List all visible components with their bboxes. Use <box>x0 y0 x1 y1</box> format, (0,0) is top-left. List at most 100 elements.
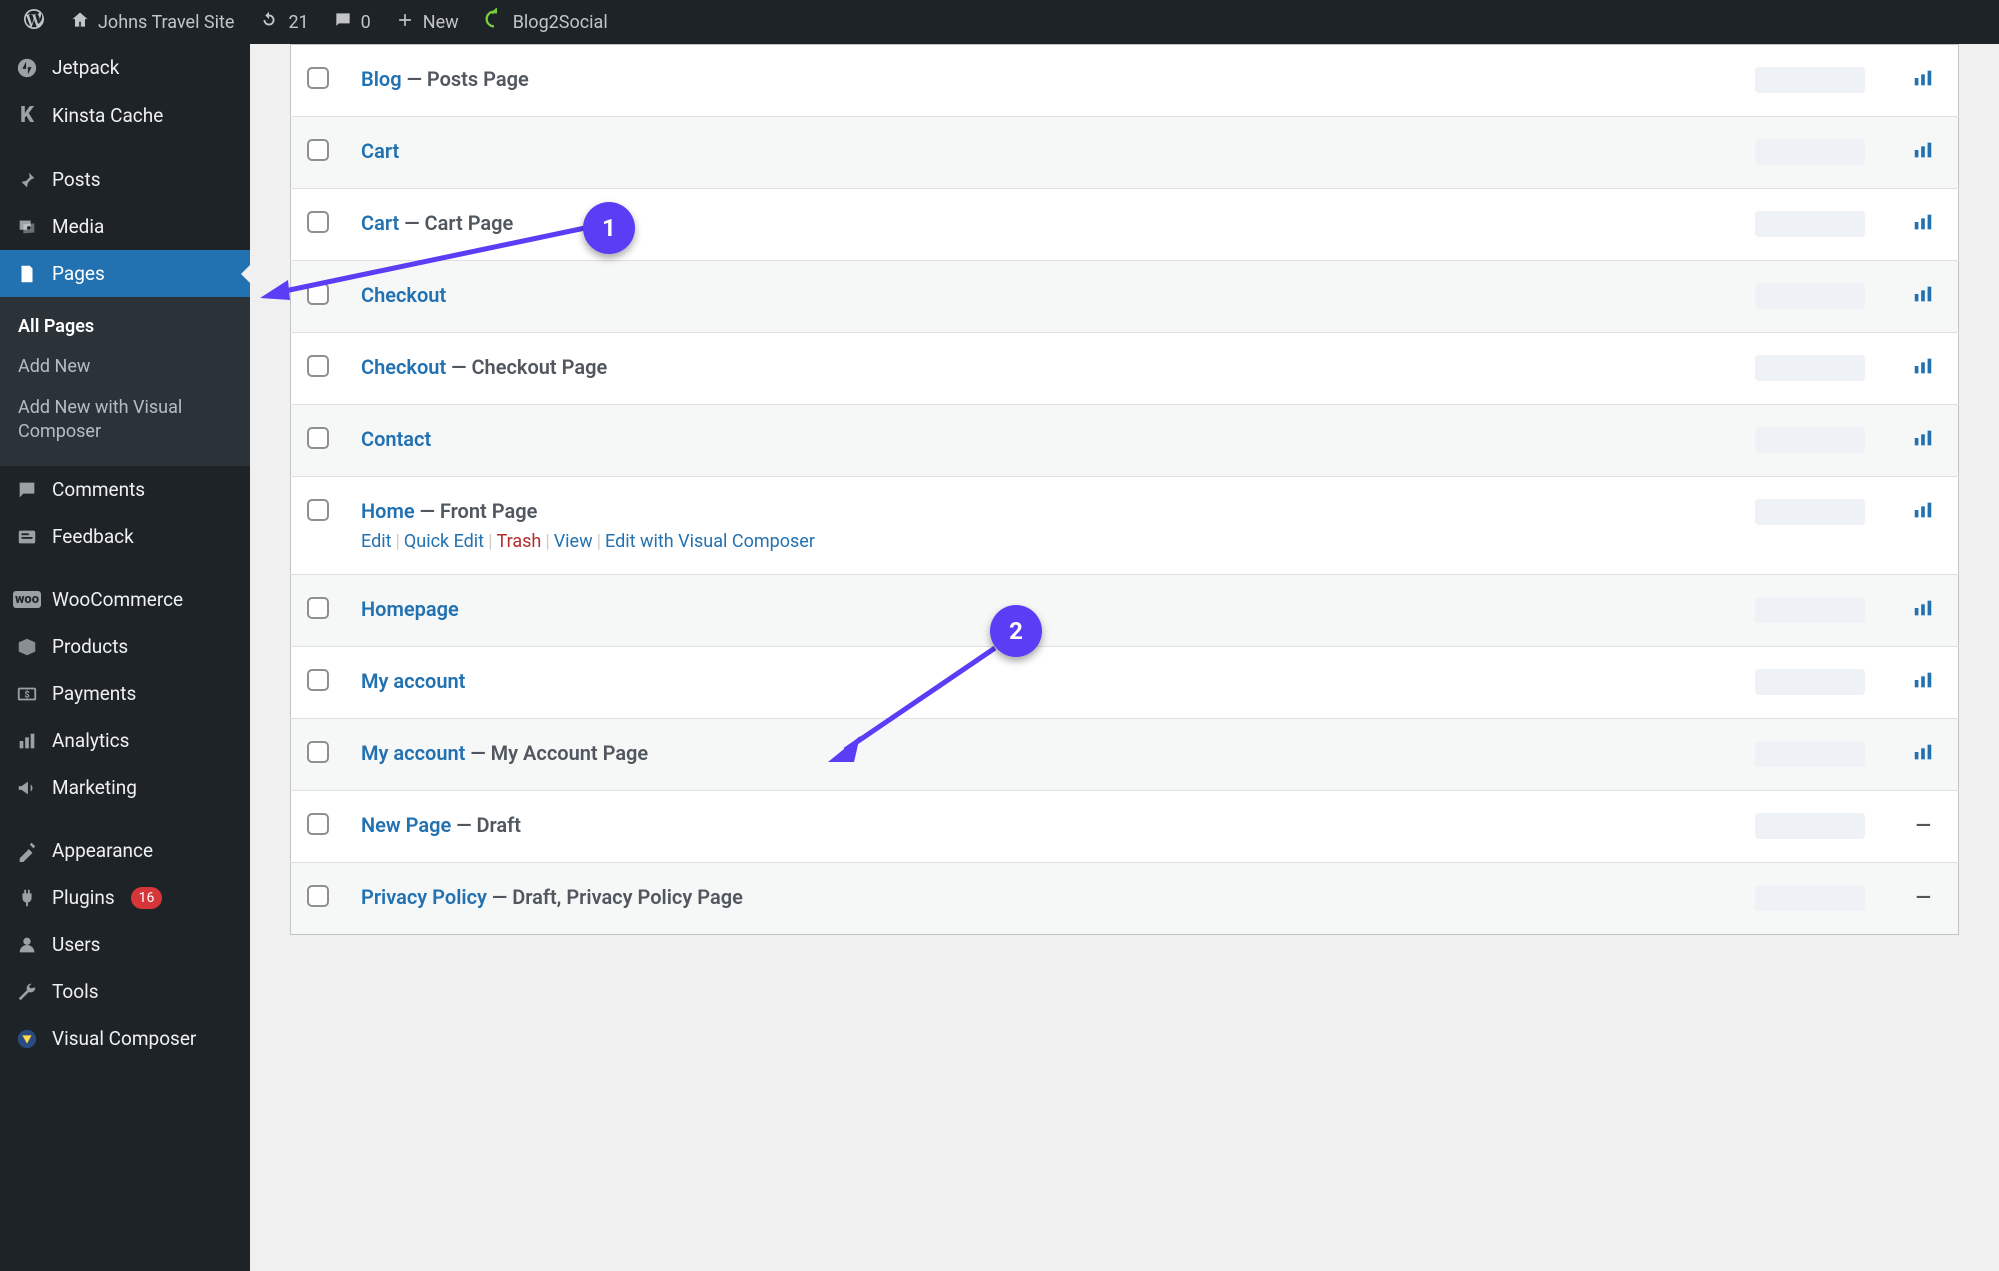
stats-icon[interactable] <box>1910 600 1936 624</box>
sidebar-item-plugins[interactable]: Plugins 16 <box>0 874 250 921</box>
row-action-trash[interactable]: Trash <box>496 531 541 552</box>
admin-sidebar: Jetpack K Kinsta Cache Posts Media Pages… <box>0 44 250 1271</box>
sidebar-item-analytics[interactable]: Analytics <box>0 717 250 764</box>
sidebar-item-label: Products <box>52 635 128 658</box>
author-placeholder <box>1755 597 1865 623</box>
sidebar-item-appearance[interactable]: Appearance <box>0 827 250 874</box>
page-title-link[interactable]: My account <box>361 669 465 693</box>
row-action-view[interactable]: View <box>554 531 593 552</box>
stats-icon[interactable] <box>1910 142 1936 166</box>
sidebar-item-label: Feedback <box>52 525 134 548</box>
page-title-link[interactable]: My account <box>361 741 465 765</box>
refresh-icon <box>258 9 280 36</box>
blog2social-menu[interactable]: Blog2Social <box>471 0 620 44</box>
page-state-suffix: — Draft <box>451 813 521 837</box>
table-row: Cart <box>291 117 1959 189</box>
page-title-link[interactable]: Cart <box>361 139 399 163</box>
row-action-quick-edit[interactable]: Quick Edit <box>404 531 484 552</box>
row-select-checkbox[interactable] <box>307 67 329 89</box>
home-icon <box>70 10 90 35</box>
table-row: New Page — Draft— <box>291 791 1959 863</box>
sidebar-item-posts[interactable]: Posts <box>0 156 250 203</box>
row-actions: Edit|Quick Edit|Trash|View|Edit with Vis… <box>361 531 1723 552</box>
sidebar-item-comments[interactable]: Comments <box>0 466 250 513</box>
sidebar-item-jetpack[interactable]: Jetpack <box>0 44 250 91</box>
sidebar-item-marketing[interactable]: Marketing <box>0 764 250 811</box>
updates-count: 21 <box>288 12 308 33</box>
table-row: My account — My Account Page <box>291 719 1959 791</box>
stats-icon[interactable] <box>1910 744 1936 768</box>
sidebar-item-woocommerce[interactable]: woo WooCommerce <box>0 576 250 623</box>
sidebar-item-visual-composer[interactable]: Visual Composer <box>0 1015 250 1062</box>
sidebar-item-label: Marketing <box>52 776 137 799</box>
row-select-checkbox[interactable] <box>307 741 329 763</box>
page-title-link[interactable]: Checkout <box>361 355 446 379</box>
table-row: My account <box>291 647 1959 719</box>
table-row: Privacy Policy — Draft, Privacy Policy P… <box>291 863 1959 935</box>
annotation-arrow-1 <box>250 200 610 320</box>
sidebar-item-label: Tools <box>52 980 99 1003</box>
site-name-menu[interactable]: Johns Travel Site <box>58 0 246 44</box>
sidebar-item-kinsta-cache[interactable]: K Kinsta Cache <box>0 91 250 140</box>
sidebar-item-label: Comments <box>52 478 145 501</box>
page-title-link[interactable]: Homepage <box>361 597 459 621</box>
wp-logo-menu[interactable] <box>10 0 58 44</box>
sidebar-item-feedback[interactable]: Feedback <box>0 513 250 560</box>
comments-menu[interactable]: 0 <box>321 0 383 44</box>
users-icon <box>14 934 40 956</box>
sidebar-item-label: WooCommerce <box>52 588 183 611</box>
stats-icon[interactable] <box>1910 286 1936 310</box>
sidebar-item-tools[interactable]: Tools <box>0 968 250 1015</box>
page-state-suffix: — Checkout Page <box>446 355 607 379</box>
row-select-checkbox[interactable] <box>307 669 329 691</box>
jetpack-icon <box>14 57 40 79</box>
page-title-link[interactable]: Contact <box>361 427 431 451</box>
stats-icon[interactable] <box>1910 430 1936 454</box>
page-state-suffix: — Draft, Privacy Policy Page <box>487 885 743 909</box>
stats-icon[interactable] <box>1910 214 1936 238</box>
table-row: Contact <box>291 405 1959 477</box>
submenu-all-pages[interactable]: All Pages <box>0 307 250 347</box>
sidebar-item-products[interactable]: Products <box>0 623 250 670</box>
updates-menu[interactable]: 21 <box>246 0 320 44</box>
stats-icon[interactable] <box>1910 70 1936 94</box>
products-icon <box>14 636 40 658</box>
row-action-edit[interactable]: Edit <box>361 531 391 552</box>
author-placeholder <box>1755 211 1865 237</box>
author-placeholder <box>1755 813 1865 839</box>
row-action-edit-visual-composer[interactable]: Edit with Visual Composer <box>605 531 815 552</box>
sidebar-item-media[interactable]: Media <box>0 203 250 250</box>
sidebar-item-label: Visual Composer <box>52 1027 196 1050</box>
plugins-icon <box>14 887 40 909</box>
row-select-checkbox[interactable] <box>307 139 329 161</box>
author-placeholder <box>1755 499 1865 525</box>
row-select-checkbox[interactable] <box>307 885 329 907</box>
table-row: Homepage <box>291 575 1959 647</box>
row-select-checkbox[interactable] <box>307 499 329 521</box>
row-select-checkbox[interactable] <box>307 355 329 377</box>
sidebar-item-pages[interactable]: Pages <box>0 250 250 297</box>
sidebar-item-label: Users <box>52 933 100 956</box>
annotation-badge-1: 1 <box>583 202 635 254</box>
page-title-link[interactable]: Home <box>361 499 415 523</box>
new-content-menu[interactable]: New <box>383 0 471 44</box>
page-title-link[interactable]: Blog <box>361 67 402 91</box>
row-select-checkbox[interactable] <box>307 597 329 619</box>
plugins-update-badge: 16 <box>131 887 163 909</box>
author-placeholder <box>1755 885 1865 911</box>
kinsta-icon: K <box>14 103 40 128</box>
sidebar-item-payments[interactable]: $ Payments <box>0 670 250 717</box>
stats-icon[interactable] <box>1910 672 1936 696</box>
row-select-checkbox[interactable] <box>307 813 329 835</box>
author-placeholder <box>1755 67 1865 93</box>
stats-icon[interactable] <box>1910 502 1936 526</box>
stats-icon[interactable] <box>1910 358 1936 382</box>
submenu-add-new[interactable]: Add New <box>0 347 250 387</box>
sidebar-item-label: Pages <box>52 262 105 285</box>
sidebar-item-users[interactable]: Users <box>0 921 250 968</box>
page-title-link[interactable]: New Page <box>361 813 451 837</box>
tools-icon <box>14 981 40 1003</box>
submenu-add-new-vc[interactable]: Add New with Visual Composer <box>0 388 250 453</box>
row-select-checkbox[interactable] <box>307 427 329 449</box>
page-title-link[interactable]: Privacy Policy <box>361 885 487 909</box>
